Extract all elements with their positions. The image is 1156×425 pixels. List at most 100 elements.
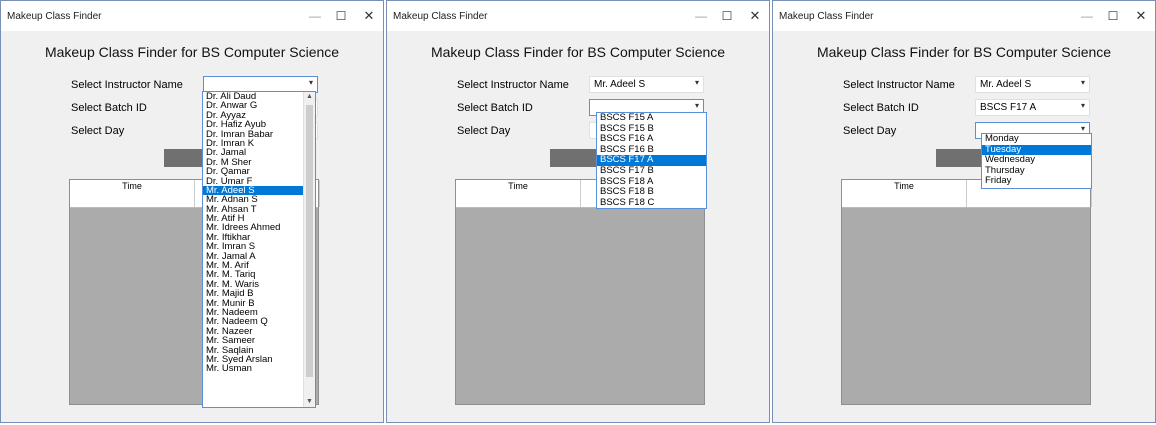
grid-cell[interactable]	[456, 193, 581, 207]
minimize-button[interactable]: —	[691, 7, 711, 25]
dropdown-option[interactable]: Mr. Adeel S	[203, 185, 307, 196]
dropdown-option[interactable]: Dr. Imran Babar	[203, 130, 307, 139]
dropdown-option[interactable]: Tuesday	[982, 144, 1091, 156]
dropdown-option[interactable]: BSCS F17 B	[597, 166, 706, 177]
window-title: Makeup Class Finder	[779, 11, 874, 22]
dropdown-option[interactable]: BSCS F17 A	[597, 155, 706, 166]
results-grid: TimeBatch ID	[455, 179, 706, 405]
dropdown-option[interactable]: Mr. Syed Arslan	[203, 355, 307, 364]
results-grid: TimeBatch ID	[841, 179, 1092, 405]
column-header: Time	[70, 180, 195, 193]
dropdown-option[interactable]: Dr. Jamal	[203, 148, 307, 157]
close-button[interactable]: ✕	[745, 7, 765, 25]
dropdown-option[interactable]: Mr. Iftikhar	[203, 233, 307, 242]
grid-cell[interactable]	[967, 193, 1092, 207]
dropdown-option[interactable]: Dr. Umar F	[203, 177, 307, 186]
chevron-down-icon: ▾	[308, 78, 313, 87]
day-label: Select Day	[71, 125, 125, 137]
page-title: Makeup Class Finder for BS Computer Scie…	[816, 44, 1112, 60]
batch-label: Select Batch ID	[457, 102, 533, 114]
dropdown-option[interactable]: Mr. Saqlain	[203, 346, 307, 355]
dropdown-option[interactable]: Mr. Usman	[203, 364, 307, 373]
instructor-select[interactable]: Mr. Adeel S ▾	[975, 76, 1090, 93]
scrollbar[interactable]: ▲ ▼	[303, 92, 315, 407]
day-label: Select Day	[457, 125, 511, 137]
dropdown-option[interactable]: BSCS F16 B	[597, 145, 706, 156]
instructor-label: Select Instructor Name	[71, 79, 183, 91]
dropdown-option[interactable]: Dr. Hafiz Ayub	[203, 120, 307, 129]
dropdown-option[interactable]: Dr. Anwar G	[203, 101, 307, 110]
batch-label: Select Batch ID	[843, 102, 919, 114]
dropdown-option[interactable]: Mr. Ahsan T	[203, 205, 307, 214]
instructor-select-value: Mr. Adeel S	[594, 79, 646, 90]
page-title: Makeup Class Finder for BS Computer Scie…	[44, 44, 340, 60]
instructor-select[interactable]: Mr. Adeel S ▾	[589, 76, 704, 93]
batch-select[interactable]: BSCS F17 A ▾	[975, 99, 1090, 116]
maximize-button[interactable]: ☐	[717, 7, 737, 25]
batch-dropdown-list: BSCS F15 A BSCS F15 B BSCS F16 A BSCS F16 B…	[596, 112, 707, 209]
scroll-down-icon[interactable]: ▼	[304, 397, 315, 407]
dropdown-option[interactable]: Mr. Atif H	[203, 214, 307, 223]
dropdown-option[interactable]: Mr. Imran S	[203, 242, 307, 251]
dropdown-option[interactable]: BSCS F15 A	[597, 113, 706, 124]
batch-label: Select Batch ID	[71, 102, 147, 114]
app-window: Makeup Class Finder — ☐ ✕ Makeup Class Finde…	[0, 0, 384, 423]
dropdown-option[interactable]: Dr. Imran K	[203, 139, 307, 148]
dropdown-option[interactable]: Mr. Nadeem	[203, 308, 307, 317]
title-bar: Makeup Class Finder — ☐ ✕	[773, 1, 1155, 31]
dropdown-option[interactable]: Mr. M. Waris	[203, 280, 307, 289]
dropdown-option[interactable]: Mr. Jamal A	[203, 252, 307, 261]
dropdown-option[interactable]: Dr. Ayyaz	[203, 111, 307, 120]
instructor-select-value: Mr. Adeel S	[980, 79, 1032, 90]
chevron-down-icon: ▾	[1080, 101, 1085, 110]
dropdown-option[interactable]: Dr. M Sher	[203, 158, 307, 167]
maximize-button[interactable]: ☐	[331, 7, 351, 25]
dropdown-option[interactable]: BSCS F16 A	[597, 134, 706, 145]
app-window: Makeup Class Finder — ☐ ✕ Makeup Class Finde…	[386, 0, 770, 423]
title-bar: Makeup Class Finder — ☐ ✕	[1, 1, 383, 31]
grid-cell[interactable]	[842, 193, 967, 207]
day-dropdown-list: Monday Tuesday Wednesday Thursday Friday	[981, 133, 1092, 189]
dropdown-option[interactable]: Mr. M. Tariq	[203, 270, 307, 279]
screenshot-root: Makeup Class Finder — ☐ ✕ Makeup Class Finde…	[0, 0, 1156, 425]
minimize-button[interactable]: —	[1077, 7, 1097, 25]
dropdown-option[interactable]: BSCS F15 B	[597, 124, 706, 135]
window-title: Makeup Class Finder	[7, 11, 102, 22]
scroll-up-icon[interactable]: ▲	[304, 92, 315, 102]
dropdown-option[interactable]: Thursday	[982, 166, 1091, 177]
close-button[interactable]: ✕	[1131, 7, 1151, 25]
dropdown-option[interactable]: Mr. Munir B	[203, 299, 307, 308]
page-title: Makeup Class Finder for BS Computer Scie…	[430, 44, 726, 60]
maximize-button[interactable]: ☐	[1103, 7, 1123, 25]
dropdown-option[interactable]: Mr. Adnan S	[203, 195, 307, 204]
window-title: Makeup Class Finder	[393, 11, 488, 22]
column-header: Time	[842, 180, 967, 193]
dropdown-option[interactable]: Dr. Qamar	[203, 167, 307, 176]
dropdown-option[interactable]: Mr. Nadeem Q	[203, 317, 307, 326]
dropdown-option[interactable]: Mr. Sameer	[203, 336, 307, 345]
dropdown-option[interactable]: BSCS F18 B	[597, 187, 706, 198]
dropdown-option[interactable]: Friday	[982, 176, 1091, 187]
chevron-down-icon: ▾	[1080, 124, 1085, 133]
dropdown-option[interactable]: BSCS F18 C	[597, 198, 706, 208]
dropdown-option[interactable]: Mr. Nazeer	[203, 327, 307, 336]
dropdown-option[interactable]: Dr. Ali Daud	[203, 92, 307, 101]
scroll-thumb[interactable]	[306, 105, 313, 377]
title-bar: Makeup Class Finder — ☐ ✕	[387, 1, 769, 31]
dropdown-option[interactable]: Monday	[982, 134, 1091, 145]
dropdown-option[interactable]: Mr. Majid B	[203, 289, 307, 298]
dropdown-option[interactable]: BSCS F18 A	[597, 177, 706, 188]
column-header: Time	[456, 180, 581, 193]
dropdown-option[interactable]: Mr. Idrees Ahmed	[203, 223, 307, 232]
chevron-down-icon: ▾	[694, 78, 699, 87]
minimize-button[interactable]: —	[305, 7, 325, 25]
grid-new-row[interactable]	[842, 193, 1092, 208]
grid-cell[interactable]	[70, 193, 195, 207]
chevron-down-icon: ▾	[694, 101, 699, 110]
dropdown-option[interactable]: Wednesday	[982, 155, 1091, 166]
chevron-down-icon: ▾	[1080, 78, 1085, 87]
day-label: Select Day	[843, 125, 897, 137]
close-button[interactable]: ✕	[359, 7, 379, 25]
instructor-label: Select Instructor Name	[843, 79, 955, 91]
dropdown-option[interactable]: Mr. M. Arif	[203, 261, 307, 270]
